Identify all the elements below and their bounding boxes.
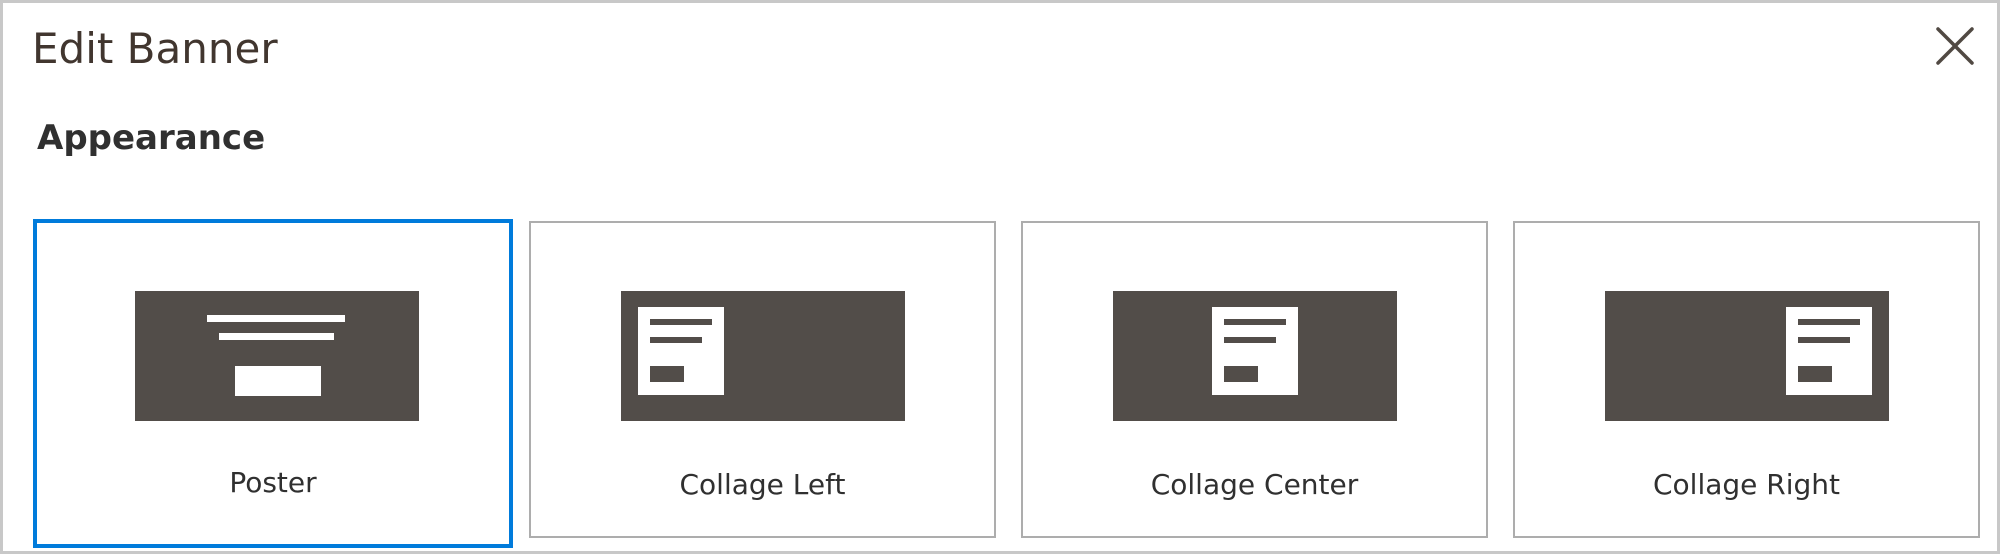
appearance-label: Appearance bbox=[37, 118, 266, 158]
appearance-option-collage-left[interactable]: Collage Left bbox=[529, 221, 996, 538]
close-button[interactable] bbox=[1928, 19, 1982, 73]
appearance-option-collage-center[interactable]: Collage Center bbox=[1021, 221, 1488, 538]
modal-title: Edit Banner bbox=[32, 24, 278, 73]
option-label-collage-center: Collage Center bbox=[1150, 468, 1359, 501]
appearance-option-collage-right[interactable]: Collage Right bbox=[1513, 221, 1980, 538]
close-icon bbox=[1936, 27, 1974, 65]
collage-center-layout-icon bbox=[1113, 291, 1397, 421]
poster-layout-icon bbox=[135, 291, 419, 421]
collage-left-layout-icon bbox=[621, 291, 905, 421]
option-label-poster: Poster bbox=[229, 466, 317, 499]
option-label-collage-right: Collage Right bbox=[1652, 468, 1841, 501]
option-label-collage-left: Collage Left bbox=[679, 468, 846, 501]
edit-banner-modal: Edit Banner Appearance Poster Collage Le… bbox=[0, 0, 2000, 554]
appearance-option-poster[interactable]: Poster bbox=[33, 219, 513, 548]
collage-right-layout-icon bbox=[1605, 291, 1889, 421]
